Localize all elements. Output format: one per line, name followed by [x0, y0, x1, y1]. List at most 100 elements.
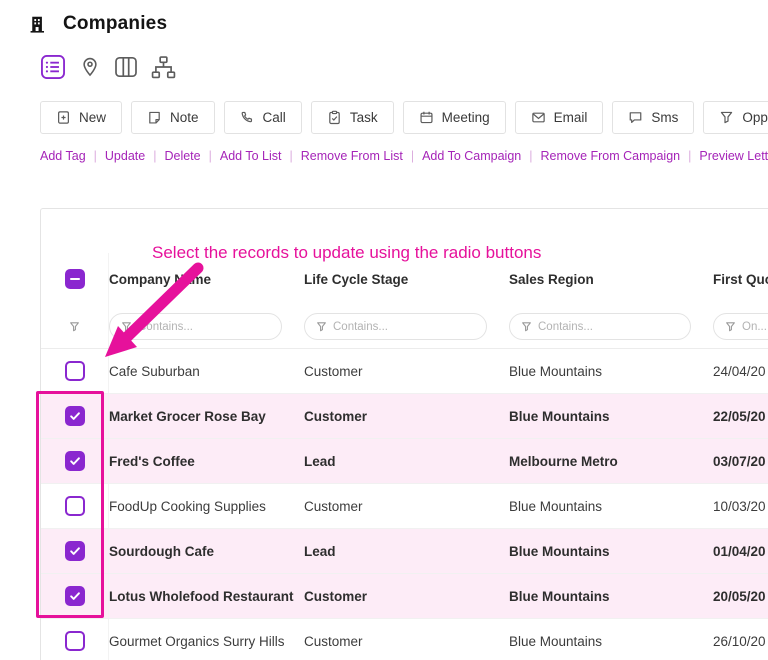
email-icon	[531, 110, 546, 125]
task-icon	[327, 110, 342, 125]
table-header-row: Company Name Life Cycle Stage Sales Region…	[41, 253, 768, 305]
button-label: New	[79, 110, 107, 125]
company-name-cell: FoodUp Cooking Supplies	[109, 498, 266, 514]
life-cycle-stage-cell: Lead	[304, 453, 336, 469]
sms-icon	[628, 110, 643, 125]
sales-region-cell: Blue Mountains	[509, 633, 603, 649]
button-label: Call	[262, 110, 286, 125]
first-quote-cell: 24/04/20	[713, 363, 766, 379]
opportunity-icon	[719, 110, 734, 125]
filter-row	[41, 305, 768, 349]
filter-text-input[interactable]	[138, 320, 270, 333]
life-cycle-stage-cell: Customer	[304, 588, 368, 604]
app-header: Companies	[0, 0, 768, 35]
table-card: Company Name Life Cycle Stage Sales Region…	[40, 208, 768, 660]
button-label: Note	[170, 110, 199, 125]
select-all-cell	[41, 253, 109, 305]
sales-region-cell: Blue Mountains	[509, 408, 610, 424]
table-row[interactable]: Fred's Coffee Lead Melbourne Metro 03/07/20	[41, 439, 768, 484]
filter-input-first-quote[interactable]	[713, 313, 768, 340]
action-link-add-tag[interactable]: Add Tag	[40, 149, 105, 163]
email-button[interactable]: Email	[514, 101, 604, 134]
table-row[interactable]: Market Grocer Rose Bay Customer Blue Mount…	[41, 394, 768, 439]
action-link-preview-letter[interactable]: Preview Letter	[699, 149, 768, 163]
column-header-life-cycle-stage[interactable]: Life Cycle Stage	[304, 272, 509, 287]
note-button[interactable]: Note	[131, 101, 215, 134]
button-label: Opportunity	[742, 110, 768, 125]
life-cycle-stage-cell: Customer	[304, 633, 363, 649]
row-checkbox[interactable]	[64, 631, 85, 651]
action-link-remove-from-campaign[interactable]: Remove From Campaign	[540, 149, 699, 163]
table-row[interactable]: Cafe Suburban Customer Blue Mountains 24/04…	[41, 349, 768, 394]
first-quote-cell: 20/05/20	[713, 588, 766, 604]
kanban-view-button[interactable]	[114, 55, 138, 79]
row-checkbox[interactable]	[64, 496, 85, 516]
funnel-icon	[725, 321, 736, 332]
map-view-button[interactable]	[79, 56, 101, 78]
sales-region-cell: Blue Mountains	[509, 543, 610, 559]
list-view-button[interactable]	[40, 54, 66, 80]
view-switcher	[40, 52, 768, 82]
row-checkbox[interactable]	[64, 541, 85, 561]
first-quote-cell: 01/04/20	[713, 543, 766, 559]
life-cycle-stage-cell: Customer	[304, 408, 368, 424]
filter-text-input[interactable]	[742, 320, 768, 333]
row-checkbox-cell	[41, 394, 109, 438]
company-name-cell: Market Grocer Rose Bay	[109, 408, 266, 424]
table-row[interactable]: Lotus Wholefood Restaurant Customer Blue M…	[41, 574, 768, 619]
row-checkbox[interactable]	[64, 586, 85, 606]
company-name-cell: Lotus Wholefood Restaurant	[109, 588, 294, 604]
hierarchy-view-button[interactable]	[151, 55, 176, 80]
life-cycle-stage-cell: Customer	[304, 498, 363, 514]
action-link-delete[interactable]: Delete	[164, 149, 219, 163]
action-link-update[interactable]: Update	[105, 149, 165, 163]
funnel-icon	[121, 321, 132, 332]
meeting-button[interactable]: Meeting	[402, 101, 506, 134]
row-checkbox-cell	[41, 619, 109, 660]
task-button[interactable]: Task	[310, 101, 394, 134]
filter-input-company-name[interactable]	[109, 313, 282, 340]
column-header-first-quote[interactable]: First Quote	[713, 272, 768, 287]
select-all-checkbox[interactable]	[64, 269, 85, 289]
sales-region-cell: Blue Mountains	[509, 498, 603, 514]
call-icon	[240, 110, 255, 125]
meeting-icon	[419, 110, 434, 125]
sms-button[interactable]: Sms	[612, 101, 695, 134]
table-body: Cafe Suburban Customer Blue Mountains 24/04…	[41, 349, 768, 660]
row-checkbox-cell	[41, 349, 109, 393]
column-header-sales-region[interactable]: Sales Region	[509, 272, 713, 287]
company-name-cell: Fred's Coffee	[109, 453, 195, 469]
sales-region-cell: Blue Mountains	[509, 588, 610, 604]
row-checkbox-cell	[41, 439, 109, 483]
table-row[interactable]: Sourdough Cafe Lead Blue Mountains 01/04/20	[41, 529, 768, 574]
first-quote-cell: 10/03/20	[713, 498, 766, 514]
page-title: Companies	[63, 13, 168, 34]
companies-icon	[27, 14, 48, 35]
row-checkbox[interactable]	[64, 451, 85, 471]
toolbar: New Note Call Task Meeting Email Sms Opportunit…	[40, 101, 768, 134]
button-label: Sms	[651, 110, 679, 125]
button-label: Task	[349, 110, 378, 125]
table-row[interactable]: FoodUp Cooking Supplies Customer Blue Moun…	[41, 484, 768, 529]
first-quote-cell: 03/07/20	[713, 453, 766, 469]
opportunity-button[interactable]: Opportunity	[703, 101, 768, 134]
filter-text-input[interactable]	[538, 320, 679, 333]
new-button[interactable]: New	[40, 101, 123, 134]
filter-text-input[interactable]	[333, 320, 475, 333]
call-button[interactable]: Call	[223, 101, 302, 134]
table-row[interactable]: Gourmet Organics Surry Hills Customer Blue…	[41, 619, 768, 660]
company-name-cell: Gourmet Organics Surry Hills	[109, 633, 285, 649]
action-link-add-to-list[interactable]: Add To List	[220, 149, 301, 163]
action-link-add-to-campaign[interactable]: Add To Campaign	[422, 149, 540, 163]
life-cycle-stage-cell: Lead	[304, 543, 336, 559]
life-cycle-stage-cell: Customer	[304, 363, 363, 379]
filter-input-sales-region[interactable]	[509, 313, 691, 340]
row-checkbox[interactable]	[64, 406, 85, 426]
row-checkbox[interactable]	[64, 361, 85, 381]
new-icon	[56, 110, 71, 125]
row-checkbox-cell	[41, 574, 109, 618]
action-link-remove-from-list[interactable]: Remove From List	[301, 149, 422, 163]
column-header-company-name[interactable]: Company Name	[109, 272, 304, 287]
sales-region-cell: Blue Mountains	[509, 363, 603, 379]
filter-input-life-cycle-stage[interactable]	[304, 313, 487, 340]
